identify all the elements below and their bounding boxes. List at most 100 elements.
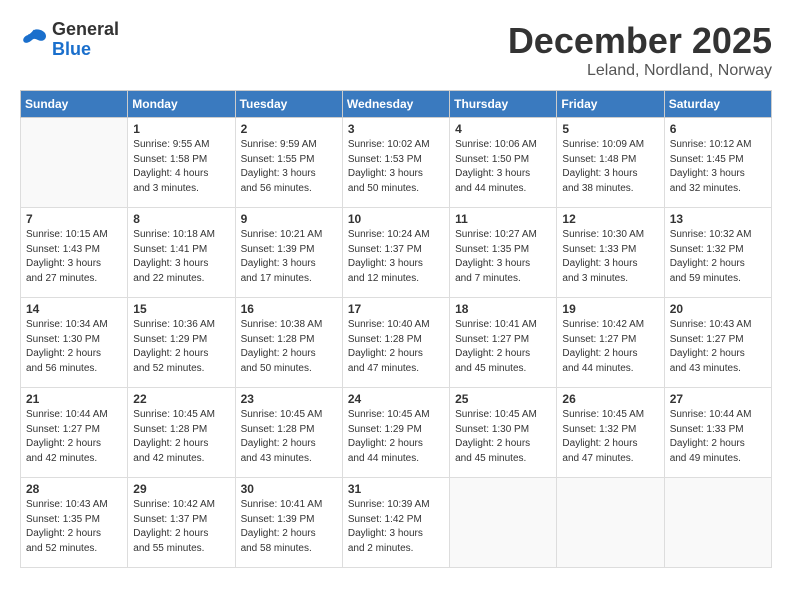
calendar-week-1: 1 Sunrise: 9:55 AMSunset: 1:58 PMDaylight… [21, 118, 772, 208]
day-number: 7 [26, 212, 122, 226]
calendar-cell: 19 Sunrise: 10:42 AMSunset: 1:27 PMDaylig… [557, 298, 664, 388]
day-number: 10 [348, 212, 444, 226]
calendar-cell: 15Sunrise: 10:36 AMSunset: 1:29 PMDaylig… [128, 298, 235, 388]
calendar-cell: 1 Sunrise: 9:55 AMSunset: 1:58 PMDaylight… [128, 118, 235, 208]
calendar-cell: 21 Sunrise: 10:44 AMSunset: 1:27 PMDaylig… [21, 388, 128, 478]
header: General Blue December 2025 Leland, Nordl… [20, 20, 772, 80]
day-number: 23 [241, 392, 337, 406]
calendar-week-2: 7 Sunrise: 10:15 AMSunset: 1:43 PMDayligh… [21, 208, 772, 298]
day-number: 15 [133, 302, 229, 316]
day-info: Sunrise: 10:42 AMSunset: 1:37 PMDaylight… [133, 498, 229, 556]
calendar-cell: 8 Sunrise: 10:18 AMSunset: 1:41 PMDayligh… [128, 208, 235, 298]
calendar-cell: 24 Sunrise: 10:45 AMSunset: 1:29 PMDaylig… [342, 388, 449, 478]
calendar-cell [664, 478, 771, 568]
header-cell-sunday: Sunday [21, 91, 128, 118]
day-number: 13 [670, 212, 766, 226]
day-number: 30 [241, 482, 337, 496]
day-info: Sunrise: 10:02 AMSunset: 1:53 PMDaylight… [348, 138, 444, 196]
header-cell-tuesday: Tuesday [235, 91, 342, 118]
day-info: Sunrise: 10:45 AMSunset: 1:28 PMDaylight… [133, 408, 229, 466]
calendar-cell: 17 Sunrise: 10:40 AMSunset: 1:28 PMDaylig… [342, 298, 449, 388]
day-number: 26 [562, 392, 658, 406]
day-info: Sunrise: 10:41 AMSunset: 1:27 PMDaylight… [455, 318, 551, 376]
day-info: Sunrise: 10:44 AMSunset: 1:33 PMDaylight… [670, 408, 766, 466]
header-cell-wednesday: Wednesday [342, 91, 449, 118]
calendar-table: SundayMondayTuesdayWednesdayThursdayFrid… [20, 90, 772, 568]
day-number: 12 [562, 212, 658, 226]
calendar-cell: 12 Sunrise: 10:30 AMSunset: 1:33 PMDaylig… [557, 208, 664, 298]
calendar-cell: 16 Sunrise: 10:38 AMSunset: 1:28 PMDaylig… [235, 298, 342, 388]
calendar-cell: 6 Sunrise: 10:12 AMSunset: 1:45 PMDayligh… [664, 118, 771, 208]
day-info: Sunrise: 10:44 AMSunset: 1:27 PMDaylight… [26, 408, 122, 466]
day-number: 11 [455, 212, 551, 226]
calendar-body: 1 Sunrise: 9:55 AMSunset: 1:58 PMDaylight… [21, 118, 772, 568]
day-info: Sunrise: 10:40 AMSunset: 1:28 PMDaylight… [348, 318, 444, 376]
calendar-cell: 25 Sunrise: 10:45 AMSunset: 1:30 PMDaylig… [450, 388, 557, 478]
logo: General Blue [20, 20, 119, 60]
day-number: 19 [562, 302, 658, 316]
day-info: Sunrise: 10:12 AMSunset: 1:45 PMDaylight… [670, 138, 766, 196]
day-info: Sunrise: 10:34 AMSunset: 1:30 PMDaylight… [26, 318, 122, 376]
day-info: Sunrise: 10:24 AMSunset: 1:37 PMDaylight… [348, 228, 444, 286]
calendar-cell: 22 Sunrise: 10:45 AMSunset: 1:28 PMDaylig… [128, 388, 235, 478]
day-info: Sunrise: 10:30 AMSunset: 1:33 PMDaylight… [562, 228, 658, 286]
day-number: 22 [133, 392, 229, 406]
day-number: 6 [670, 122, 766, 136]
day-info: Sunrise: 10:06 AMSunset: 1:50 PMDaylight… [455, 138, 551, 196]
day-info: Sunrise: 10:45 AMSunset: 1:32 PMDaylight… [562, 408, 658, 466]
day-number: 18 [455, 302, 551, 316]
day-info: Sunrise: 10:39 AMSunset: 1:42 PMDaylight… [348, 498, 444, 556]
day-number: 1 [133, 122, 229, 136]
day-info: Sunrise: 10:18 AMSunset: 1:41 PMDaylight… [133, 228, 229, 286]
calendar-cell: 29 Sunrise: 10:42 AMSunset: 1:37 PMDaylig… [128, 478, 235, 568]
calendar-cell: 9Sunrise: 10:21 AMSunset: 1:39 PMDayligh… [235, 208, 342, 298]
day-number: 28 [26, 482, 122, 496]
day-info: Sunrise: 10:15 AMSunset: 1:43 PMDaylight… [26, 228, 122, 286]
day-number: 29 [133, 482, 229, 496]
day-info: Sunrise: 10:45 AMSunset: 1:29 PMDaylight… [348, 408, 444, 466]
day-number: 31 [348, 482, 444, 496]
header-cell-saturday: Saturday [664, 91, 771, 118]
day-number: 25 [455, 392, 551, 406]
day-number: 4 [455, 122, 551, 136]
day-number: 5 [562, 122, 658, 136]
calendar-cell: 10 Sunrise: 10:24 AMSunset: 1:37 PMDaylig… [342, 208, 449, 298]
day-info: Sunrise: 10:38 AMSunset: 1:28 PMDaylight… [241, 318, 337, 376]
day-number: 16 [241, 302, 337, 316]
day-number: 24 [348, 392, 444, 406]
calendar-week-3: 14 Sunrise: 10:34 AMSunset: 1:30 PMDaylig… [21, 298, 772, 388]
day-number: 20 [670, 302, 766, 316]
day-info: Sunrise: 10:43 AMSunset: 1:35 PMDaylight… [26, 498, 122, 556]
calendar-cell [21, 118, 128, 208]
calendar-cell: 28 Sunrise: 10:43 AMSunset: 1:35 PMDaylig… [21, 478, 128, 568]
calendar-cell: 23 Sunrise: 10:45 AMSunset: 1:28 PMDaylig… [235, 388, 342, 478]
day-number: 14 [26, 302, 122, 316]
day-number: 27 [670, 392, 766, 406]
calendar-week-4: 21 Sunrise: 10:44 AMSunset: 1:27 PMDaylig… [21, 388, 772, 478]
day-info: Sunrise: 10:43 AMSunset: 1:27 PMDaylight… [670, 318, 766, 376]
calendar-cell: 5 Sunrise: 10:09 AMSunset: 1:48 PMDayligh… [557, 118, 664, 208]
day-number: 8 [133, 212, 229, 226]
day-info: Sunrise: 10:09 AMSunset: 1:48 PMDaylight… [562, 138, 658, 196]
calendar-cell: 31 Sunrise: 10:39 AMSunset: 1:42 PMDaylig… [342, 478, 449, 568]
day-info: Sunrise: 9:59 AMSunset: 1:55 PMDaylight:… [241, 138, 337, 196]
calendar-cell: 18 Sunrise: 10:41 AMSunset: 1:27 PMDaylig… [450, 298, 557, 388]
day-number: 17 [348, 302, 444, 316]
logo-general: General [52, 20, 119, 40]
calendar-cell: 14 Sunrise: 10:34 AMSunset: 1:30 PMDaylig… [21, 298, 128, 388]
header-cell-thursday: Thursday [450, 91, 557, 118]
day-number: 9 [241, 212, 337, 226]
day-number: 21 [26, 392, 122, 406]
calendar-header-row: SundayMondayTuesdayWednesdayThursdayFrid… [21, 91, 772, 118]
logo-blue: Blue [52, 40, 119, 60]
calendar-cell: 27 Sunrise: 10:44 AMSunset: 1:33 PMDaylig… [664, 388, 771, 478]
day-info: Sunrise: 10:45 AMSunset: 1:30 PMDaylight… [455, 408, 551, 466]
day-info: Sunrise: 10:27 AMSunset: 1:35 PMDaylight… [455, 228, 551, 286]
day-info: Sunrise: 10:45 AMSunset: 1:28 PMDaylight… [241, 408, 337, 466]
logo-bird-icon [20, 26, 48, 50]
calendar-cell [450, 478, 557, 568]
day-info: Sunrise: 9:55 AMSunset: 1:58 PMDaylight:… [133, 138, 229, 196]
header-cell-monday: Monday [128, 91, 235, 118]
day-info: Sunrise: 10:41 AMSunset: 1:39 PMDaylight… [241, 498, 337, 556]
day-info: Sunrise: 10:42 AMSunset: 1:27 PMDaylight… [562, 318, 658, 376]
